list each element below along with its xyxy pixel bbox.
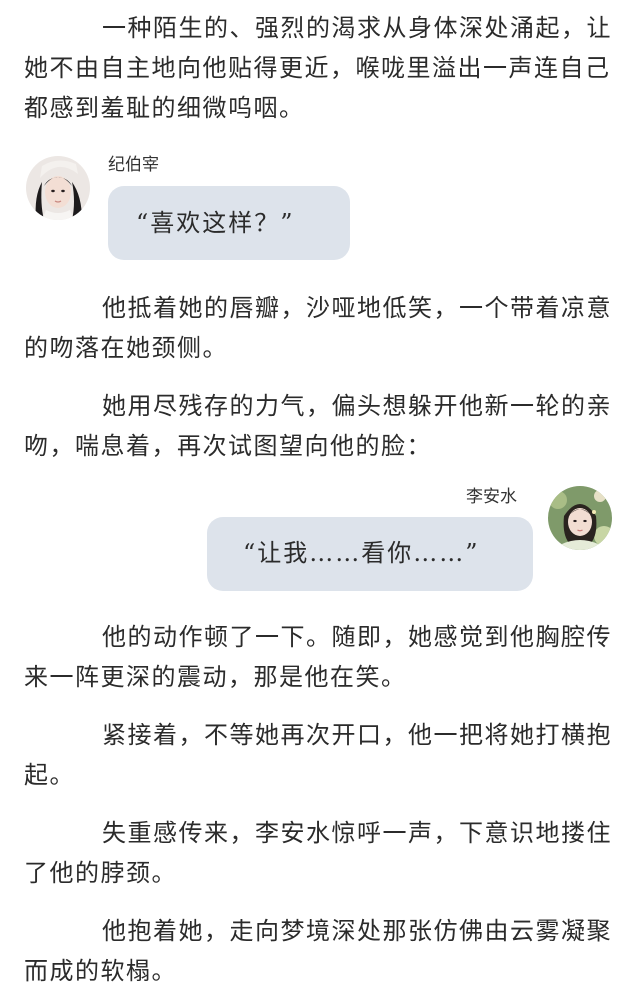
story-page: 一种陌生的、强烈的渴求从身体深处涌起，让她不由自主地向他贴得更近，喉咙里溢出一声… bbox=[0, 0, 640, 987]
story-paragraph: 她用尽残存的力气，偏头想躲开他新一轮的亲吻，喘息着，再次试图望向他的脸： bbox=[24, 392, 612, 460]
story-paragraph: 失重感传来，李安水惊呼一声，下意识地搂住了他的脖颈。 bbox=[24, 819, 612, 887]
female-character-avatar[interactable] bbox=[548, 486, 612, 550]
speaker-name-right: 李安水 bbox=[466, 487, 517, 507]
speaker-name-left: 纪伯宰 bbox=[108, 155, 159, 175]
dialogue-bubble-left: “喜欢这样？” bbox=[108, 186, 350, 260]
story-paragraph: 紧接着，不等她再次开口，他一把将她打横抱起。 bbox=[24, 721, 612, 789]
story-paragraph: 他抱着她，走向梦境深处那张仿佛由云雾凝聚而成的软榻。 bbox=[24, 917, 612, 985]
male-character-avatar[interactable] bbox=[26, 156, 90, 220]
story-paragraph: 一种陌生的、强烈的渴求从身体深处涌起，让她不由自主地向他贴得更近，喉咙里溢出一声… bbox=[24, 14, 612, 122]
story-paragraph: 他的动作顿了一下。随即，她感觉到他胸腔传来一阵更深的震动，那是他在笑。 bbox=[24, 623, 612, 691]
dialogue-bubble-right: “让我……看你……” bbox=[207, 517, 533, 591]
story-paragraph: 他抵着她的唇瓣，沙哑地低笑，一个带着凉意的吻落在她颈侧。 bbox=[24, 294, 612, 362]
